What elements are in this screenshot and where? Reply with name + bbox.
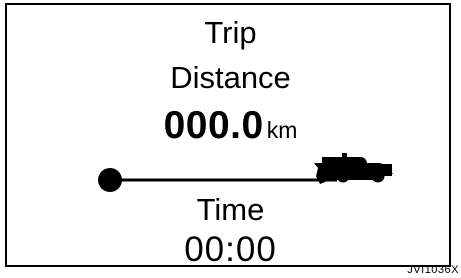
time-value: 00:00 [184, 230, 277, 269]
pickup-truck-icon [314, 153, 393, 184]
image-code: JVI1036X [407, 264, 459, 276]
time-label: Time [196, 192, 265, 227]
